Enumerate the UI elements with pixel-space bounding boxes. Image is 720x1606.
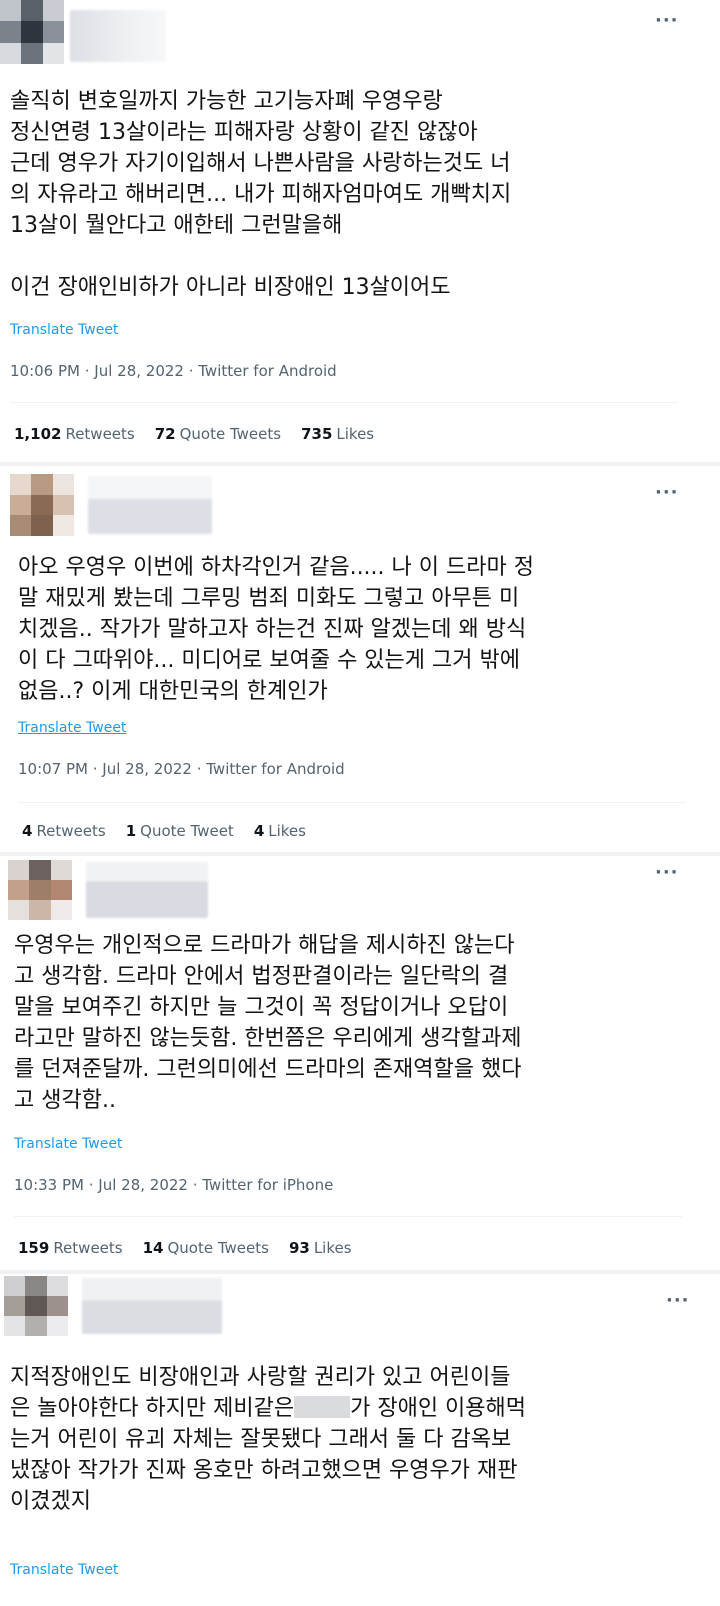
- likes-label: Likes: [268, 822, 306, 840]
- quote-tweets-stat[interactable]: 72 Quote Tweets: [155, 425, 281, 443]
- tweet-timestamp[interactable]: 10:07 PM · Jul 28, 2022 · Twitter for An…: [18, 760, 345, 778]
- likes-count: 735: [301, 425, 333, 443]
- tweet-text: 지적장애인도 비장애인과 사랑할 권리가 있고 어린이들 은 놀아야한다 하지만…: [10, 1362, 710, 1517]
- avatar-blurred[interactable]: [8, 860, 72, 920]
- tweet-stats: 4 Retweets 1 Quote Tweet 4 Likes: [22, 822, 306, 840]
- translate-tweet-link[interactable]: Translate Tweet: [10, 322, 118, 338]
- tweet-3: ··· 우영우는 개인적으로 드라마가 해답을 제시하진 않는다 고 생각함. …: [0, 856, 720, 1266]
- redacted-word: [294, 1396, 351, 1418]
- quotes-label: Quote Tweets: [179, 425, 282, 443]
- retweets-count: 159: [18, 1239, 50, 1257]
- avatar-blurred[interactable]: [10, 474, 74, 536]
- tweet-1: ··· 솔직히 변호일까지 가능한 고기능자폐 우영우랑 정신연령 13살이라는…: [0, 0, 720, 462]
- username-blurred[interactable]: [88, 476, 212, 534]
- tweet-4: ··· 지적장애인도 비장애인과 사랑할 권리가 있고 어린이들 은 놀아야한다…: [0, 1274, 720, 1606]
- quote-tweets-stat[interactable]: 1 Quote Tweet: [126, 822, 234, 840]
- likes-stat[interactable]: 735 Likes: [301, 425, 374, 443]
- retweets-count: 1,102: [14, 425, 62, 443]
- tweet-text: 우영우는 개인적으로 드라마가 해답을 제시하진 않는다 고 생각함. 드라마 …: [14, 933, 522, 1113]
- divider: [10, 402, 678, 403]
- quotes-label: Quote Tweet: [140, 822, 234, 840]
- quotes-count: 1: [125, 822, 137, 840]
- retweets-stat[interactable]: 159 Retweets: [18, 1239, 123, 1257]
- likes-count: 4: [253, 822, 265, 840]
- tweet-text: 솔직히 변호일까지 가능한 고기능자폐 우영우랑 정신연령 13살이라는 피해자…: [10, 89, 512, 300]
- tweet-stats: 1,102 Retweets 72 Quote Tweets 735 Likes: [14, 425, 374, 443]
- retweets-label: Retweets: [65, 425, 135, 443]
- more-options-icon[interactable]: ···: [655, 482, 679, 503]
- username-blurred[interactable]: [70, 10, 166, 62]
- divider: [18, 802, 686, 803]
- divider: [14, 1216, 682, 1217]
- likes-stat[interactable]: 93 Likes: [289, 1239, 352, 1257]
- quotes-count: 72: [154, 425, 176, 443]
- quotes-count: 14: [142, 1239, 164, 1257]
- retweets-label: Retweets: [36, 822, 106, 840]
- more-options-icon[interactable]: ···: [655, 862, 679, 883]
- translate-tweet-link[interactable]: Translate Tweet: [14, 1136, 122, 1152]
- likes-stat[interactable]: 4 Likes: [254, 822, 306, 840]
- username-blurred[interactable]: [86, 862, 208, 918]
- avatar-blurred[interactable]: [4, 1276, 68, 1336]
- retweets-stat[interactable]: 4 Retweets: [22, 822, 106, 840]
- tweet-text: 아오 우영우 이번에 하차각인거 같음..... 나 이 드라마 정 말 재밌게…: [18, 555, 534, 704]
- likes-label: Likes: [336, 425, 375, 443]
- tweet-stats: 159 Retweets 14 Quote Tweets 93 Likes: [18, 1239, 352, 1257]
- likes-count: 93: [288, 1239, 310, 1257]
- more-options-icon[interactable]: ···: [655, 10, 679, 31]
- translate-tweet-link[interactable]: Translate Tweet: [10, 1562, 118, 1578]
- tweet-2: ··· 아오 우영우 이번에 하차각인거 같음..... 나 이 드라마 정 말…: [0, 466, 720, 852]
- tweet-timestamp[interactable]: 10:33 PM · Jul 28, 2022 · Twitter for iP…: [14, 1176, 333, 1194]
- retweets-label: Retweets: [53, 1239, 123, 1257]
- retweets-count: 4: [22, 822, 33, 840]
- retweets-stat[interactable]: 1,102 Retweets: [14, 425, 135, 443]
- quote-tweets-stat[interactable]: 14 Quote Tweets: [143, 1239, 269, 1257]
- more-options-icon[interactable]: ···: [666, 1290, 690, 1311]
- quotes-label: Quote Tweets: [167, 1239, 269, 1257]
- tweet-timestamp[interactable]: 10:06 PM · Jul 28, 2022 · Twitter for An…: [10, 362, 337, 380]
- avatar-blurred[interactable]: [0, 0, 64, 64]
- username-blurred[interactable]: [82, 1278, 222, 1334]
- translate-tweet-link[interactable]: Translate Tweet: [18, 720, 126, 736]
- likes-label: Likes: [313, 1239, 352, 1257]
